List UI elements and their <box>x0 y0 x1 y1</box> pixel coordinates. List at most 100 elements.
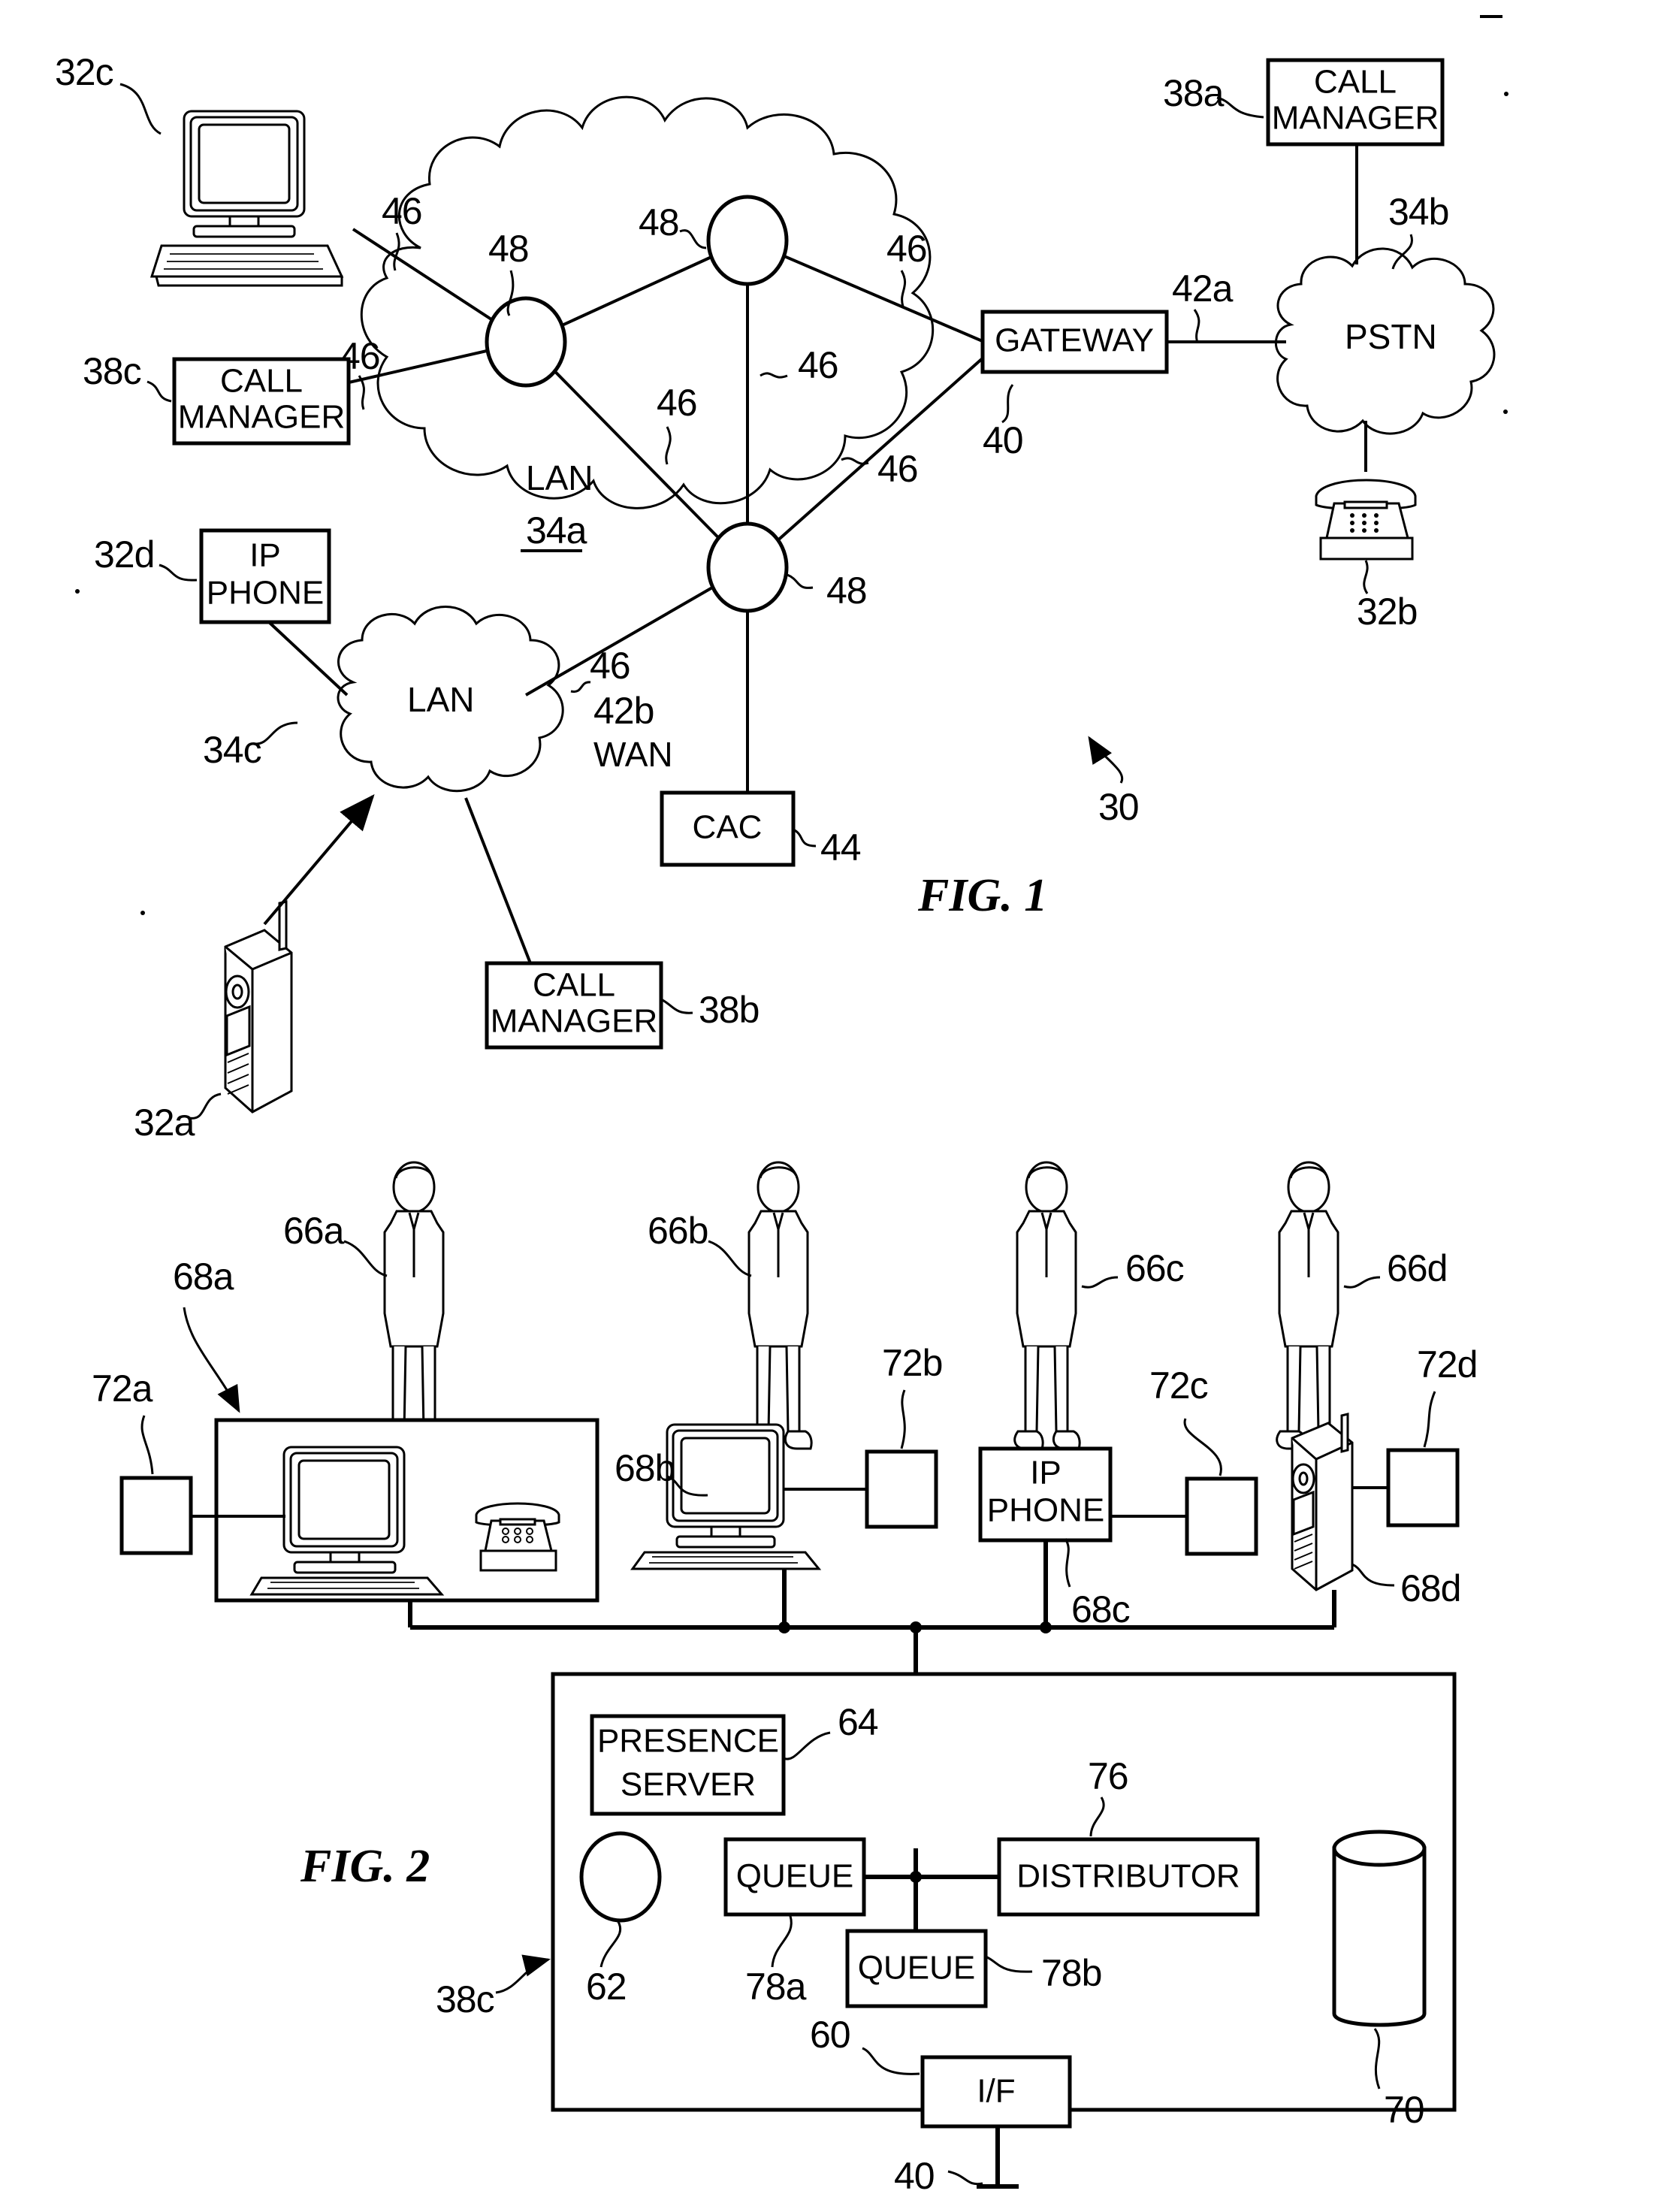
figure-2-caption: FIG. 2 <box>300 1841 430 1892</box>
queue-78b-label: QUEUE <box>858 1950 975 1987</box>
link-46-ref-7: 46 <box>590 645 630 687</box>
scan-artifact-dot-3 <box>1503 409 1508 414</box>
status-box-72c-rect <box>1185 1476 1258 1556</box>
system-30-ref: 30 <box>1088 736 1140 828</box>
lan-34c-cloud: LAN 34c <box>203 606 564 793</box>
endpoint-68c-label-line1: IP <box>1030 1455 1062 1491</box>
cac-44-ref: 44 <box>820 826 861 869</box>
link-42a-ref: 42a <box>1172 267 1234 310</box>
router-48-bottom <box>706 521 789 613</box>
scan-artifact-dash <box>1480 15 1502 18</box>
scan-artifact-dot-1 <box>75 589 80 594</box>
ip-phone-32d: IP PHONE 32d <box>94 528 349 697</box>
endpoint-68c-ip-phone: IP PHONE 68c <box>978 1446 1131 1630</box>
status-box-72c-ref: 72c <box>1149 1364 1208 1407</box>
person-66d: 66d <box>1276 1161 1448 1450</box>
distributor-76-ref: 76 <box>1088 1755 1128 1797</box>
interface-60-ref: 60 <box>810 2014 850 2056</box>
distributor-76-label: DISTRIBUTOR <box>1016 1858 1240 1895</box>
ip-phone-32d-label-line2: PHONE <box>207 575 324 612</box>
telephone-32b-ref: 32b <box>1357 591 1417 633</box>
person-66b: 66b <box>648 1161 813 1450</box>
lan-34a-cloud: LAN 34a <box>360 95 935 552</box>
router-48-bottom-ref: 48 <box>826 570 867 612</box>
system-30-label: 30 <box>1098 786 1139 828</box>
status-box-72b-ref: 72b <box>882 1342 942 1384</box>
call-manager-38c-label-line1: CALL <box>220 363 303 400</box>
database-70-ref: 70 <box>1384 2089 1424 2131</box>
link-46-ref-4: 46 <box>798 344 838 386</box>
call-manager-38a-ref: 38a <box>1163 72 1225 114</box>
lan-34c-ref: 34c <box>203 729 261 771</box>
lan-34a-ref: 34a <box>526 509 587 551</box>
network-40-ref: 40 <box>894 2155 935 2197</box>
call-manager-38b-ref: 38b <box>699 989 759 1031</box>
server-38c-ref: 38c <box>436 1978 494 2020</box>
gateway-40: GATEWAY 40 <box>980 310 1286 461</box>
computer-32c: 32c <box>55 51 344 287</box>
ip-phone-32d-label-line1: IP <box>249 537 281 574</box>
patent-drawing-page: LAN 34a 48 48 48 46 46 46 46 46 46 46 32… <box>0 0 1664 2212</box>
gateway-40-ref: 40 <box>983 419 1023 461</box>
ip-phone-32d-ref: 32d <box>94 533 154 576</box>
status-box-72d-rect <box>1386 1448 1460 1528</box>
presence-server-64-ref: 64 <box>838 1701 878 1743</box>
wan-42b-label: WAN <box>593 735 673 774</box>
call-manager-38c-ref: 38c <box>83 350 141 392</box>
queue-78b-ref: 78b <box>1041 1952 1101 1994</box>
presence-server-64-label-line2: SERVER <box>621 1766 756 1803</box>
router-48-left <box>485 296 567 388</box>
cac-44: CAC 44 <box>660 790 862 869</box>
figure-1-caption: FIG. 1 <box>917 870 1047 921</box>
pstn-34b-ref: 34b <box>1388 191 1448 233</box>
call-manager-38a: CALL MANAGER 38a <box>1163 58 1445 264</box>
status-box-72d-ref: 72d <box>1417 1343 1477 1386</box>
endpoint-68d-ref: 68d <box>1400 1567 1460 1609</box>
link-46-ref-1: 46 <box>382 190 422 232</box>
mobile-phone-32a: 32a <box>134 793 375 1144</box>
person-66b-ref: 66b <box>648 1210 708 1252</box>
pstn-cloud: PSTN 34b <box>1274 191 1496 435</box>
mobile-phone-32a-ref: 32a <box>134 1101 195 1144</box>
status-box-72c: 72c <box>1110 1364 1258 1556</box>
link-46-ref-3: 46 <box>886 228 927 270</box>
endpoint-68c-label-line2: PHONE <box>987 1492 1104 1529</box>
queue-78a-ref: 78a <box>745 1966 807 2008</box>
link-46-ref-6: 46 <box>877 448 918 490</box>
network-40-connection: 40 <box>894 2126 1019 2197</box>
pstn-label: PSTN <box>1345 317 1437 356</box>
router-48-top <box>706 195 789 286</box>
lan-34c-label: LAN <box>407 680 474 719</box>
endpoint-68b-ref: 68b <box>615 1447 675 1489</box>
router-48-top-ref: 48 <box>639 201 679 243</box>
person-66d-ref: 66d <box>1387 1247 1447 1289</box>
endpoint-68a-ref: 68a <box>173 1256 234 1298</box>
person-66a-ref: 66a <box>283 1210 345 1252</box>
processor-62-circle <box>579 1831 662 1923</box>
call-manager-38a-label-line1: CALL <box>1314 64 1397 101</box>
gateway-40-label: GATEWAY <box>995 322 1154 359</box>
endpoint-68c-ref: 68c <box>1071 1588 1130 1630</box>
status-box-72b-rect <box>865 1449 938 1529</box>
figure-2: 66a 66b 66c 66d 68a 72a 68b 72b IP PHONE… <box>92 1161 1478 2197</box>
status-box-72a-ref: 72a <box>92 1367 153 1410</box>
router-48-left-ref: 48 <box>488 228 529 270</box>
scan-artifact-dot-4 <box>140 911 145 915</box>
interface-60-label: I/F <box>977 2073 1015 2110</box>
queue-78a-label: QUEUE <box>736 1858 853 1895</box>
call-manager-38c: CALL MANAGER 38c <box>83 350 351 446</box>
link-46-right-diag <box>746 355 986 569</box>
lan-34a-label: LAN <box>526 458 593 497</box>
presence-server-64-label-line1: PRESENCE <box>597 1723 779 1760</box>
computer-32c-ref: 32c <box>55 51 113 93</box>
figure-1: LAN 34a 48 48 48 46 46 46 46 46 46 46 32… <box>55 51 1496 1144</box>
call-manager-38b-label-line2: MANAGER <box>491 1003 657 1040</box>
status-box-72d: 72d <box>1352 1343 1478 1528</box>
call-manager-38a-label-line2: MANAGER <box>1272 100 1439 137</box>
person-66a: 66a <box>283 1161 448 1450</box>
scan-artifact-dot-2 <box>1504 92 1508 96</box>
call-manager-38b-label-line1: CALL <box>533 967 615 1004</box>
server-38c: 38c PRESENCE SERVER 64 62 QUEUE 78a QUEU… <box>436 1672 1457 2197</box>
cac-44-label: CAC <box>693 809 763 846</box>
wan-42b-ref: 42b <box>593 690 654 732</box>
